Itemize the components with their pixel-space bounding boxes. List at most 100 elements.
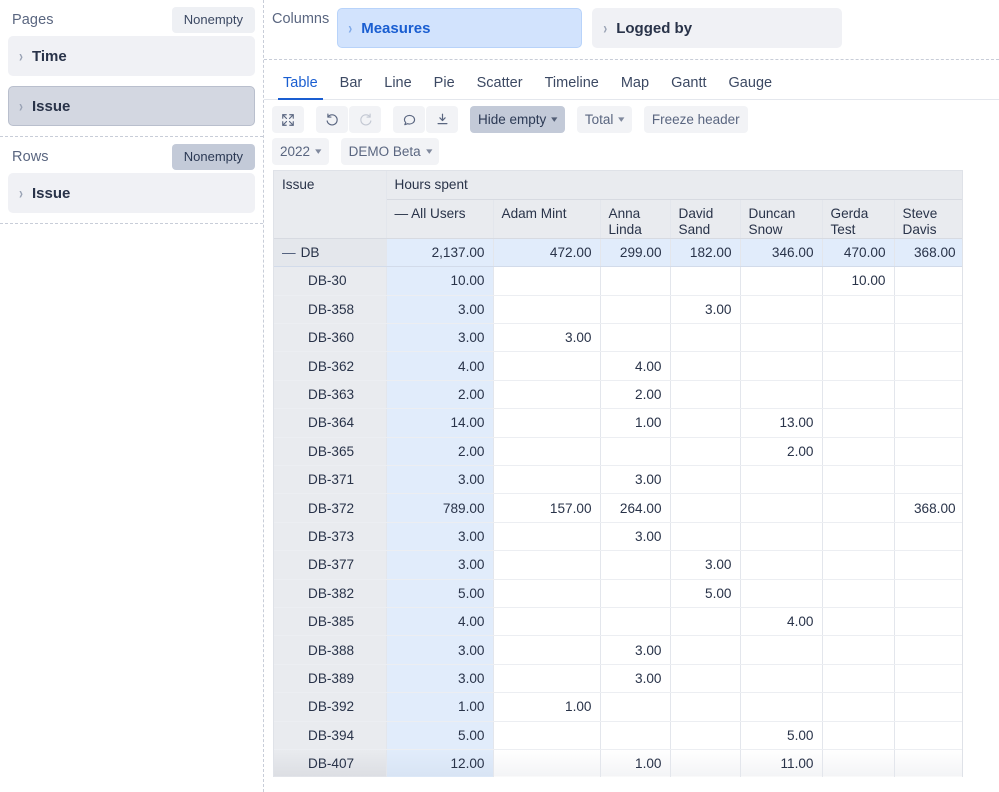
undo-button[interactable] (316, 106, 348, 133)
hide-empty-button[interactable]: Hide empty ▾ (470, 106, 565, 133)
cell-value[interactable] (493, 636, 600, 664)
cell-value[interactable] (894, 749, 963, 777)
cell-value[interactable] (493, 522, 600, 550)
header-anna-linda[interactable]: Anna Linda (600, 199, 670, 238)
cell-value[interactable] (740, 466, 822, 494)
cell-value[interactable]: 3.00 (600, 664, 670, 692)
cell-value[interactable]: 4.00 (740, 607, 822, 635)
cell-value[interactable] (740, 324, 822, 352)
cell-value[interactable] (822, 579, 894, 607)
cell-value[interactable] (894, 607, 963, 635)
cell-value[interactable] (670, 324, 740, 352)
cell-value[interactable]: 1.00 (600, 749, 670, 777)
total-cell-1[interactable]: 472.00 (493, 238, 600, 266)
cell-value[interactable] (740, 636, 822, 664)
cell-value[interactable]: 5.00 (386, 579, 493, 607)
cell-value[interactable]: 3.00 (386, 664, 493, 692)
cell-value[interactable] (493, 664, 600, 692)
cell-value[interactable] (894, 352, 963, 380)
cell-value[interactable] (493, 409, 600, 437)
row-label-issue[interactable]: DB-360 (274, 324, 386, 352)
header-steve-davis[interactable]: Steve Davis (894, 199, 963, 238)
row-label-issue[interactable]: DB-373 (274, 522, 386, 550)
cell-value[interactable] (894, 579, 963, 607)
cell-value[interactable] (600, 551, 670, 579)
pages-item-issue[interactable]: › Issue (8, 86, 255, 126)
cell-value[interactable] (740, 295, 822, 323)
cell-value[interactable] (740, 551, 822, 579)
cell-value[interactable]: 5.00 (670, 579, 740, 607)
row-label-issue[interactable]: DB-363 (274, 380, 386, 408)
row-label-issue[interactable]: DB-362 (274, 352, 386, 380)
cell-value[interactable] (894, 551, 963, 579)
cell-value[interactable]: 1.00 (386, 693, 493, 721)
cell-value[interactable] (600, 693, 670, 721)
row-label-issue[interactable]: DB-377 (274, 551, 386, 579)
tab-map[interactable]: Map (610, 72, 660, 99)
row-label-issue[interactable]: DB-389 (274, 664, 386, 692)
cell-value[interactable] (670, 494, 740, 522)
cell-value[interactable]: 2.00 (740, 437, 822, 465)
columns-chip-logged-by[interactable]: › Logged by (592, 8, 842, 48)
cell-value[interactable]: 5.00 (386, 721, 493, 749)
cell-value[interactable]: 157.00 (493, 494, 600, 522)
cell-value[interactable]: 5.00 (740, 721, 822, 749)
cell-value[interactable] (740, 693, 822, 721)
cell-value[interactable]: 1.00 (493, 693, 600, 721)
cell-value[interactable] (894, 267, 963, 295)
cell-value[interactable]: 3.00 (600, 636, 670, 664)
header-adam-mint[interactable]: Adam Mint (493, 199, 600, 238)
tab-pie[interactable]: Pie (423, 72, 466, 99)
cell-value[interactable] (493, 380, 600, 408)
cell-value[interactable] (822, 636, 894, 664)
cell-value[interactable] (822, 551, 894, 579)
total-cell-3[interactable]: 182.00 (670, 238, 740, 266)
header-gerda-test[interactable]: Gerda Test (822, 199, 894, 238)
cell-value[interactable] (600, 579, 670, 607)
cell-value[interactable] (670, 380, 740, 408)
cell-value[interactable] (822, 607, 894, 635)
cell-value[interactable] (493, 437, 600, 465)
cell-value[interactable] (822, 494, 894, 522)
rows-item-issue[interactable]: › Issue (8, 173, 255, 213)
rows-nonempty-button[interactable]: Nonempty (172, 144, 255, 170)
cell-value[interactable] (493, 607, 600, 635)
cell-value[interactable] (600, 324, 670, 352)
row-label-issue[interactable]: DB-392 (274, 693, 386, 721)
cell-value[interactable] (894, 522, 963, 550)
cell-value[interactable] (822, 721, 894, 749)
cell-value[interactable]: 3.00 (386, 324, 493, 352)
cell-value[interactable] (493, 295, 600, 323)
comment-button[interactable] (393, 106, 425, 133)
cell-value[interactable]: 3.00 (386, 295, 493, 323)
row-label-issue[interactable]: DB-407 (274, 749, 386, 777)
cell-value[interactable]: 368.00 (894, 494, 963, 522)
export-button[interactable] (426, 106, 458, 133)
cell-value[interactable]: 789.00 (386, 494, 493, 522)
row-label-issue[interactable]: DB-30 (274, 267, 386, 295)
cell-value[interactable] (493, 721, 600, 749)
cell-value[interactable] (894, 409, 963, 437)
header-david-sand[interactable]: David Sand (670, 199, 740, 238)
tab-timeline[interactable]: Timeline (534, 72, 610, 99)
pages-nonempty-button[interactable]: Nonempty (172, 7, 255, 33)
cell-value[interactable]: 3.00 (386, 551, 493, 579)
cell-value[interactable] (822, 380, 894, 408)
cell-value[interactable]: 1.00 (600, 409, 670, 437)
row-label-issue[interactable]: DB-371 (274, 466, 386, 494)
cell-value[interactable] (493, 267, 600, 295)
cell-value[interactable] (740, 267, 822, 295)
row-label-issue[interactable]: DB-385 (274, 607, 386, 635)
cell-value[interactable] (894, 636, 963, 664)
row-label-issue[interactable]: DB-364 (274, 409, 386, 437)
tab-scatter[interactable]: Scatter (466, 72, 534, 99)
cell-value[interactable]: 2.00 (600, 380, 670, 408)
cell-value[interactable] (493, 466, 600, 494)
cell-value[interactable]: 3.00 (386, 466, 493, 494)
cell-value[interactable] (493, 579, 600, 607)
cell-value[interactable]: 14.00 (386, 409, 493, 437)
cell-value[interactable] (822, 324, 894, 352)
cell-value[interactable]: 2.00 (386, 380, 493, 408)
cell-value[interactable] (670, 267, 740, 295)
cell-value[interactable]: 2.00 (386, 437, 493, 465)
